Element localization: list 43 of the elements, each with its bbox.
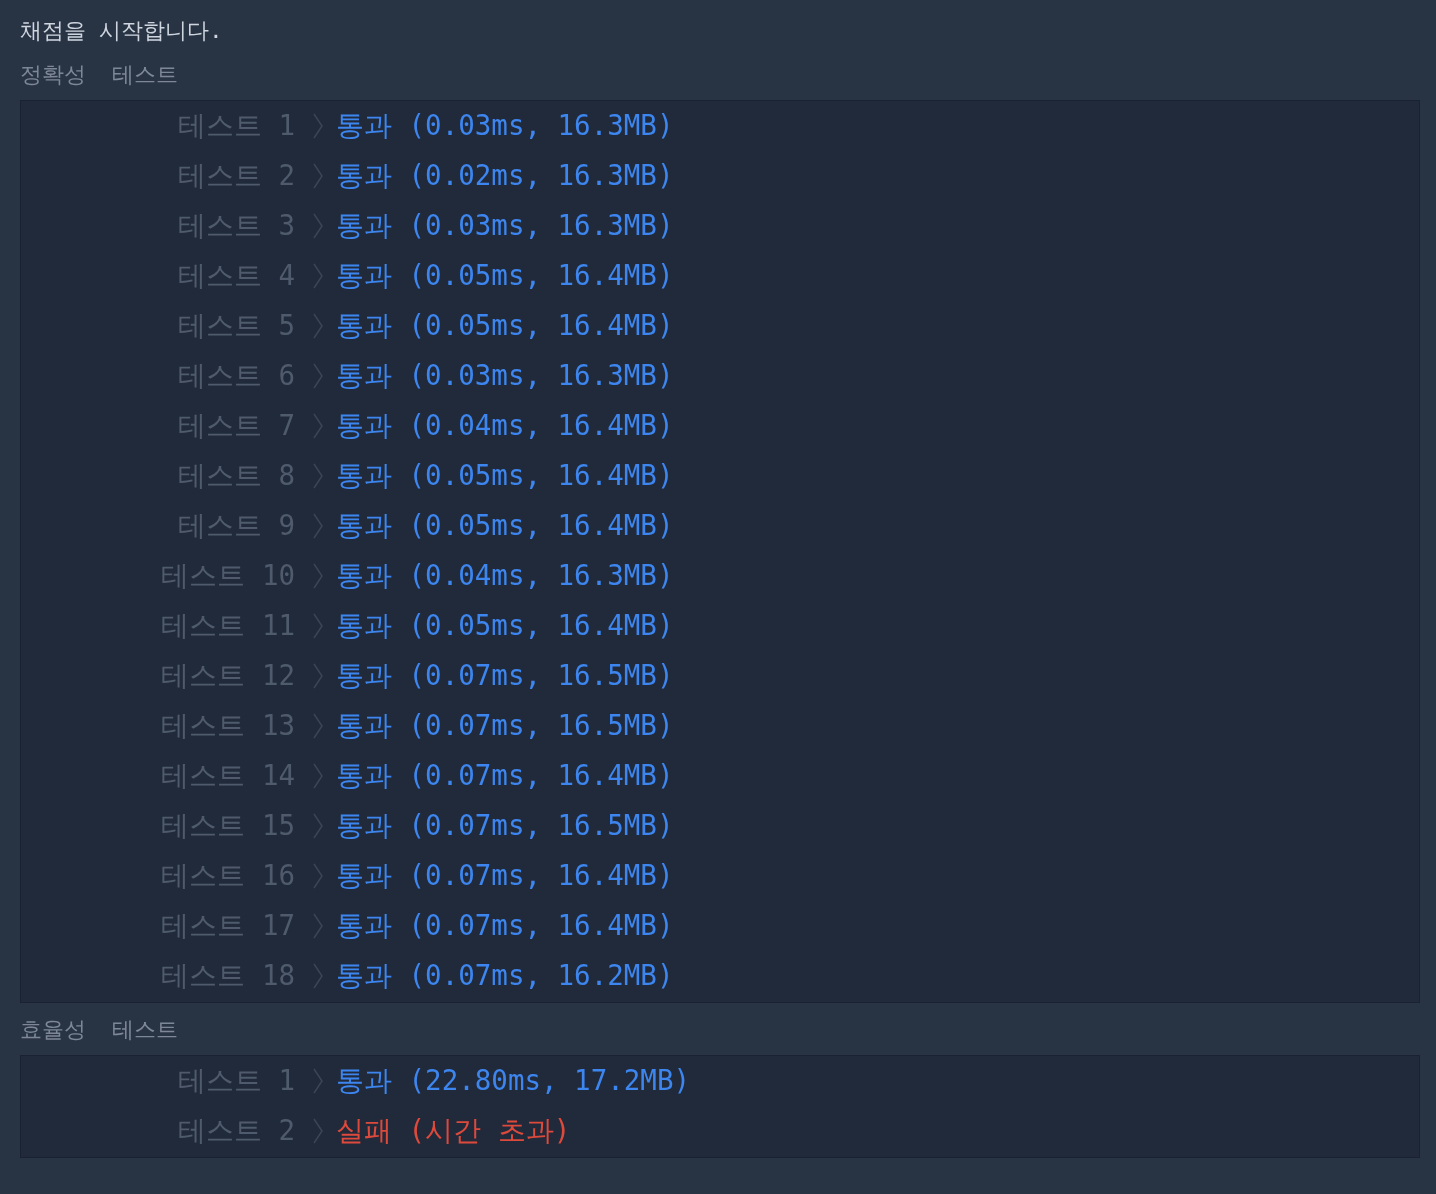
test-result: 통과 (0.07ms, 16.5MB)	[336, 708, 674, 743]
test-result: 통과 (0.03ms, 16.3MB)	[336, 208, 674, 243]
chevron-icon	[313, 1068, 323, 1094]
test-result: 통과 (0.03ms, 16.3MB)	[336, 108, 674, 143]
chevron-icon	[313, 113, 323, 139]
chevron-icon	[313, 913, 323, 939]
test-result: 통과 (0.07ms, 16.4MB)	[336, 858, 674, 893]
section-title: 효율성 테스트	[20, 1016, 180, 1044]
chevron-icon	[313, 763, 323, 789]
chevron-icon	[313, 663, 323, 689]
test-result: 통과 (0.03ms, 16.3MB)	[336, 358, 674, 393]
chevron-icon	[313, 363, 323, 389]
chevron-icon	[313, 513, 323, 539]
chevron-icon	[313, 163, 323, 189]
chevron-icon	[313, 413, 323, 439]
test-result: 통과 (22.80ms, 17.2MB)	[336, 1063, 690, 1098]
test-result: 통과 (0.05ms, 16.4MB)	[336, 508, 674, 543]
test-result: 통과 (0.07ms, 16.4MB)	[336, 908, 674, 943]
test-result: 통과 (0.07ms, 16.5MB)	[336, 658, 674, 693]
chevron-icon	[313, 813, 323, 839]
section-title: 정확성 테스트	[20, 61, 180, 89]
grading-message: 채점을 시작합니다.	[20, 17, 224, 45]
test-result: 통과 (0.07ms, 16.2MB)	[336, 958, 674, 993]
test-result: 통과 (0.07ms, 16.5MB)	[336, 808, 674, 843]
chevron-icon	[313, 713, 323, 739]
test-result: 통과 (0.04ms, 16.4MB)	[336, 408, 674, 443]
test-result: 통과 (0.05ms, 16.4MB)	[336, 458, 674, 493]
test-result: 통과 (0.07ms, 16.4MB)	[336, 758, 674, 793]
test-result: 통과 (0.05ms, 16.4MB)	[336, 608, 674, 643]
test-result: 통과 (0.05ms, 16.4MB)	[336, 308, 674, 343]
chevron-icon	[313, 613, 323, 639]
chevron-icon	[313, 263, 323, 289]
test-result: 실패 (시간 초과)	[336, 1113, 571, 1148]
test-result: 통과 (0.02ms, 16.3MB)	[336, 158, 674, 193]
chevron-icon	[313, 313, 323, 339]
chevron-icon	[313, 463, 323, 489]
test-result: 통과 (0.05ms, 16.4MB)	[336, 258, 674, 293]
test-result: 통과 (0.04ms, 16.3MB)	[336, 558, 674, 593]
chevron-icon	[313, 563, 323, 589]
chevron-icon	[313, 963, 323, 989]
chevron-icon	[313, 1118, 323, 1144]
chevron-icon	[313, 213, 323, 239]
chevron-icon	[313, 863, 323, 889]
